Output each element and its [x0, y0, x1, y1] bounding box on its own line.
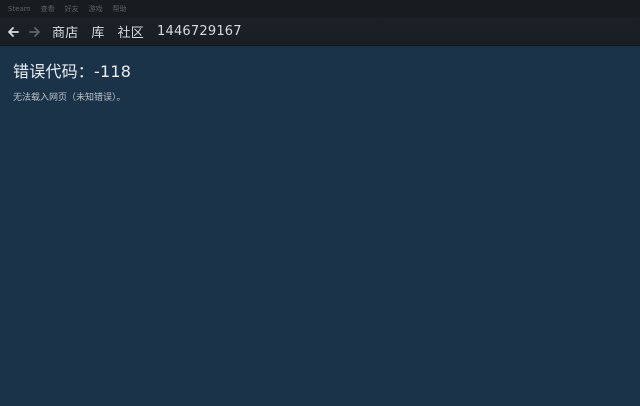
- nav-links: 商店 库 社区 1446729167: [52, 22, 255, 41]
- nav-link-store[interactable]: 商店: [52, 22, 78, 41]
- error-content: 错误代码：-118 无法载入网页（未知错误）。: [13, 62, 627, 104]
- error-message: 无法载入网页（未知错误）。: [13, 93, 126, 103]
- forward-arrow-icon[interactable]: [28, 25, 42, 39]
- nav-link-username[interactable]: 1446729167: [157, 24, 242, 39]
- menu-item-view[interactable]: 查看: [41, 0, 55, 18]
- menu-item-steam[interactable]: Steam: [8, 0, 31, 18]
- nav-bar: 商店 库 社区 1446729167: [0, 18, 640, 46]
- nav-link-community[interactable]: 社区: [118, 22, 144, 41]
- menu-bar: Steam 查看 好友 游戏 帮助: [0, 0, 640, 18]
- error-title: 错误代码：-118: [13, 62, 132, 81]
- menu-item-friends[interactable]: 好友: [65, 0, 79, 18]
- steam-window: Steam 查看 好友 游戏 帮助 商店 库 社区 1446729167 错误代…: [0, 0, 640, 406]
- back-arrow-icon[interactable]: [6, 25, 20, 39]
- nav-link-library[interactable]: 库: [91, 22, 104, 41]
- menu-item-games[interactable]: 游戏: [89, 0, 103, 18]
- menu-item-help[interactable]: 帮助: [113, 0, 127, 18]
